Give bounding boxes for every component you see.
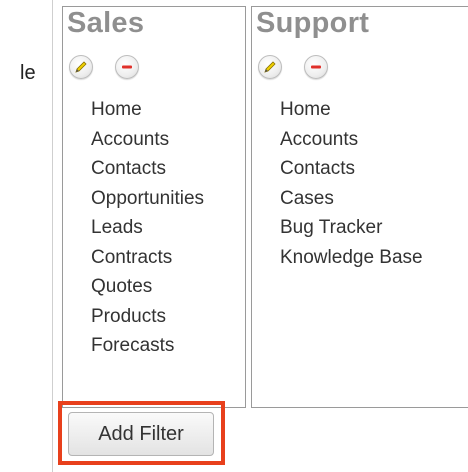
minus-icon[interactable]: [115, 55, 139, 79]
list-item[interactable]: Accounts: [280, 125, 423, 155]
list-item[interactable]: Contracts: [91, 243, 204, 273]
left-column-label: le: [20, 62, 36, 84]
list-item[interactable]: Products: [91, 302, 204, 332]
tab-group-actions: [258, 55, 328, 81]
pencil-icon[interactable]: [69, 55, 93, 79]
minus-icon[interactable]: [304, 55, 328, 79]
tab-group-sales[interactable]: Sales Home Accounts Contacts Opportuniti…: [62, 6, 246, 408]
module-list: Home Accounts Contacts Opportunities Lea…: [91, 95, 204, 361]
list-item[interactable]: Cases: [280, 184, 423, 214]
left-column: le: [0, 0, 53, 472]
list-item[interactable]: Home: [91, 95, 204, 125]
list-item[interactable]: Forecasts: [91, 331, 204, 361]
tab-group-actions: [69, 55, 139, 81]
list-item[interactable]: Contacts: [280, 154, 423, 184]
add-filter-button[interactable]: Add Filter: [68, 412, 214, 456]
pencil-icon[interactable]: [258, 55, 282, 79]
list-item[interactable]: Quotes: [91, 272, 204, 302]
tab-config-canvas: le Sales Home Accounts Contacts Opportun…: [0, 0, 468, 472]
list-item[interactable]: Leads: [91, 213, 204, 243]
tab-group-title: Support: [256, 7, 370, 39]
list-item[interactable]: Home: [280, 95, 423, 125]
list-item[interactable]: Accounts: [91, 125, 204, 155]
tab-group-support[interactable]: Support Home Accounts Contacts Cases Bug…: [251, 6, 468, 408]
tab-group-title: Sales: [67, 7, 145, 39]
list-item[interactable]: Bug Tracker: [280, 213, 423, 243]
list-item[interactable]: Opportunities: [91, 184, 204, 214]
module-list: Home Accounts Contacts Cases Bug Tracker…: [280, 95, 423, 272]
list-item[interactable]: Contacts: [91, 154, 204, 184]
list-item[interactable]: Knowledge Base: [280, 243, 423, 273]
